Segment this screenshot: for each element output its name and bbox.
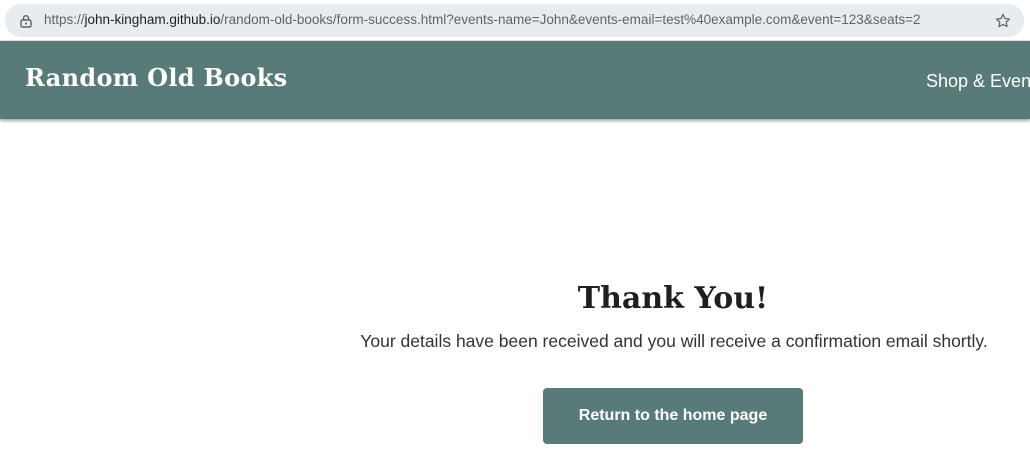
nav-link-shop-events[interactable]: Shop & Even xyxy=(926,71,1030,92)
browser-toolbar: https://john-kingham.github.io/random-ol… xyxy=(0,0,1030,41)
page-heading: Thank You! xyxy=(577,281,769,316)
address-bar[interactable]: https://john-kingham.github.io/random-ol… xyxy=(5,4,1024,37)
confirmation-message: Your details have been received and you … xyxy=(360,331,988,351)
site-logo[interactable]: Random Old Books xyxy=(25,63,287,92)
lock-icon[interactable] xyxy=(19,14,33,28)
url-host: john-kingham.github.io xyxy=(84,12,221,27)
url-prefix: https:// xyxy=(44,12,85,27)
main-content: Thank You! Your details have been receiv… xyxy=(0,119,1030,452)
url-path: /random-old-books/form-success.html?even… xyxy=(220,12,921,27)
url-text[interactable]: https://john-kingham.github.io/random-ol… xyxy=(44,12,920,27)
star-icon[interactable] xyxy=(994,12,1012,30)
return-home-button[interactable]: Return to the home page xyxy=(543,388,803,444)
site-header: Random Old Books Shop & Even xyxy=(0,41,1030,119)
